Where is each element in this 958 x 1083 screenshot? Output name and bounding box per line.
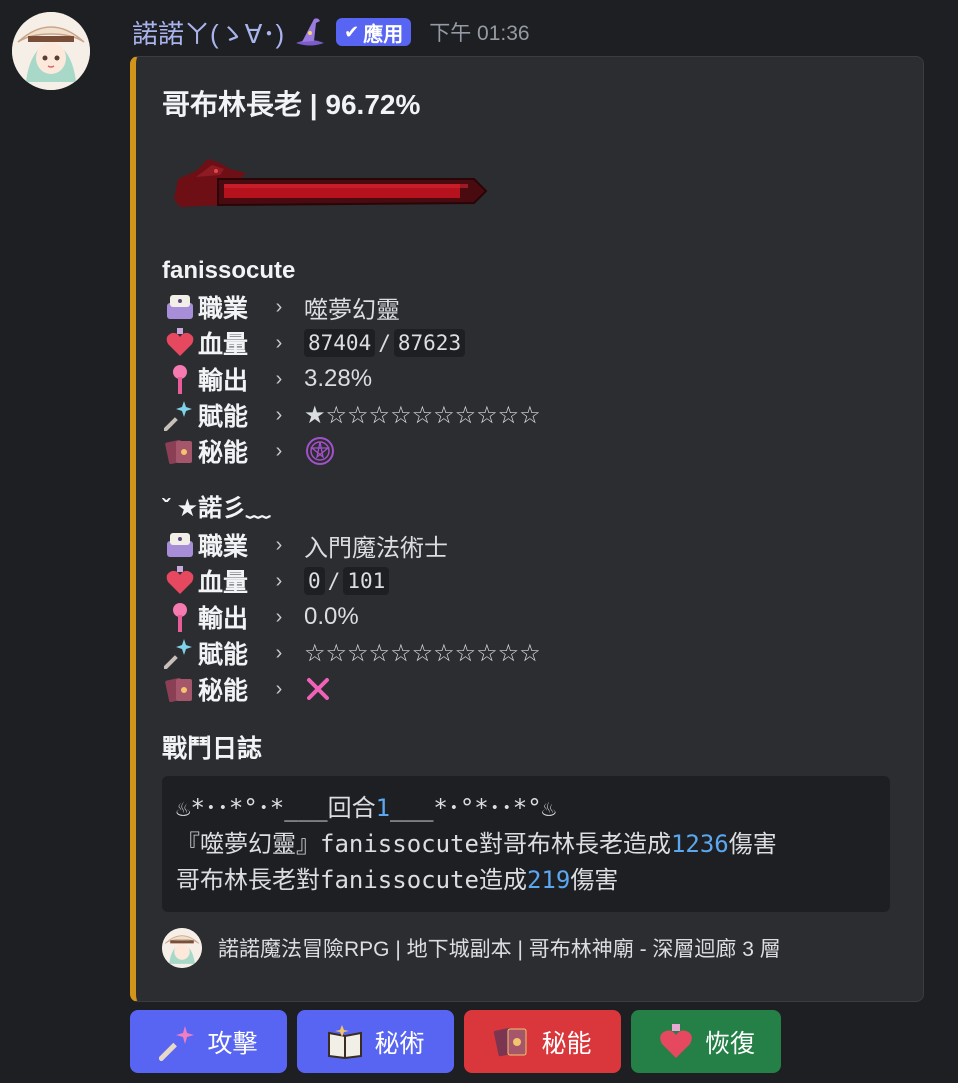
spellbook-icon xyxy=(326,1023,364,1061)
check-icon: ✔ xyxy=(344,21,360,42)
attack-button[interactable]: 攻擊 xyxy=(130,1010,287,1073)
hp-label: 血量 xyxy=(198,569,249,597)
secret-label: 秘能 xyxy=(198,677,249,705)
hp-value: 0/101 xyxy=(304,567,390,595)
magic-wand-icon xyxy=(162,397,198,433)
output-row: 輸出 › 3.28% xyxy=(162,361,541,397)
cross-icon xyxy=(304,675,332,704)
boss-hp-bar xyxy=(168,153,488,213)
magic-wand-icon xyxy=(159,1023,197,1061)
cards-icon xyxy=(493,1023,531,1061)
chevron-right-icon: › xyxy=(275,605,283,628)
magic-circle-icon xyxy=(304,435,336,467)
job-row: 職業 › 噬夢幻靈 xyxy=(162,289,541,325)
footer-avatar xyxy=(162,928,202,968)
action-buttons: 攻擊 秘術 秘能 恢復 xyxy=(130,1010,781,1073)
job-value: 噬夢幻靈 xyxy=(304,296,400,324)
player-name: fanissocute xyxy=(162,257,296,284)
timestamp: 下午 01:36 xyxy=(429,22,530,45)
heal-button[interactable]: 恢復 xyxy=(631,1010,781,1073)
talent-row: 賦能 › ☆☆☆☆☆☆☆☆☆☆☆ xyxy=(162,635,541,671)
cards-icon xyxy=(162,671,198,707)
job-icon xyxy=(162,527,198,563)
job-value: 入門魔法術士 xyxy=(304,534,448,562)
output-label: 輸出 xyxy=(198,367,249,395)
embed-footer: 諾諾魔法冒險RPG | 地下城副本 | 哥布林神廟 - 深層迴廊 3 層 xyxy=(162,927,781,969)
chevron-right-icon: › xyxy=(275,677,283,700)
player-card: ˇ ★諾彡﹏ 職業 › 入門魔法術士 血量 › 0/101 輸出 › 0.0% xyxy=(162,491,541,707)
message-header: 諾諾ㄚ(ゝ∀･) ✔ 應用 下午 01:36 xyxy=(132,12,530,52)
cards-icon xyxy=(162,433,198,469)
output-value: 0.0% xyxy=(304,603,359,630)
secret-button-label: 秘能 xyxy=(541,1029,592,1058)
output-value: 3.28% xyxy=(304,365,373,392)
secret-label: 秘能 xyxy=(198,439,249,467)
battle-log: ♨*･･*°･*___回合1___*･°*･･*°♨ 『噬夢幻靈』fanisso… xyxy=(162,776,890,912)
hp-value: 87404/87623 xyxy=(304,329,466,357)
attack-button-label: 攻擊 xyxy=(207,1029,258,1058)
talent-stars: ☆☆☆☆☆☆☆☆☆☆☆ xyxy=(304,639,541,667)
chevron-right-icon: › xyxy=(275,439,283,462)
hp-max: 87623 xyxy=(393,329,466,357)
log-line: 哥布林長老對fanissocute造成219傷害 xyxy=(176,866,619,894)
secret-button[interactable]: 秘能 xyxy=(464,1010,621,1073)
chevron-right-icon: › xyxy=(275,533,283,556)
badge-label: 應用 xyxy=(363,23,404,46)
log-title: 戰鬥日誌 xyxy=(162,735,263,763)
talent-stars: ★☆☆☆☆☆☆☆☆☆☆ xyxy=(304,401,541,429)
output-label: 輸出 xyxy=(198,605,249,633)
footer-text: 諾諾魔法冒險RPG | 地下城副本 | 哥布林神廟 - 深層迴廊 3 層 xyxy=(218,938,781,961)
chevron-right-icon: › xyxy=(275,403,283,426)
app-badge: ✔ 應用 xyxy=(336,18,412,46)
heal-button-label: 恢復 xyxy=(704,1029,755,1058)
hp-max: 101 xyxy=(343,567,390,595)
witch-hat-icon xyxy=(292,15,328,49)
heart-potion-icon xyxy=(162,325,198,361)
spell-button-label: 秘術 xyxy=(374,1029,425,1058)
talent-label: 賦能 xyxy=(198,641,249,669)
log-line: 『噬夢幻靈』fanissocute對哥布林長老造成1236傷害 xyxy=(176,830,777,858)
chevron-right-icon: › xyxy=(275,367,283,390)
output-row: 輸出 › 0.0% xyxy=(162,599,541,635)
chevron-right-icon: › xyxy=(275,295,283,318)
log-line: ♨*･･*°･*___回合1___*･°*･･*°♨ xyxy=(176,794,557,822)
chevron-right-icon: › xyxy=(275,331,283,354)
magic-wand-icon xyxy=(162,635,198,671)
job-label: 職業 xyxy=(198,533,249,561)
heart-potion-icon xyxy=(162,563,198,599)
talent-row: 賦能 › ★☆☆☆☆☆☆☆☆☆☆ xyxy=(162,397,541,433)
hp-row: 血量 › 87404/87623 xyxy=(162,325,541,361)
talent-label: 賦能 xyxy=(198,403,249,431)
wand-icon xyxy=(162,599,198,635)
chevron-right-icon: › xyxy=(275,641,283,664)
heart-potion-icon xyxy=(657,1023,695,1061)
hp-current: 0 xyxy=(304,567,325,595)
hp-row: 血量 › 0/101 xyxy=(162,563,541,599)
chevron-right-icon: › xyxy=(275,569,283,592)
secret-row: 秘能 › xyxy=(162,433,541,469)
player-card: fanissocute 職業 › 噬夢幻靈 血量 › 87404/87623 輸… xyxy=(162,253,541,469)
embed: 哥布林長老 | 96.72% fanissocute 職業 › 噬夢幻靈 血量 … xyxy=(130,56,924,1002)
player-name: ˇ ★諾彡﹏ xyxy=(162,495,271,522)
job-icon xyxy=(162,289,198,325)
hp-label: 血量 xyxy=(198,331,249,359)
wand-icon xyxy=(162,361,198,397)
username[interactable]: 諾諾ㄚ(ゝ∀･) xyxy=(132,14,284,51)
job-row: 職業 › 入門魔法術士 xyxy=(162,527,541,563)
avatar[interactable] xyxy=(12,12,90,90)
hp-current: 87404 xyxy=(304,329,376,357)
embed-title: 哥布林長老 | 96.72% xyxy=(162,89,421,120)
job-label: 職業 xyxy=(198,295,249,323)
secret-row: 秘能 › xyxy=(162,671,541,707)
spell-button[interactable]: 秘術 xyxy=(297,1010,454,1073)
